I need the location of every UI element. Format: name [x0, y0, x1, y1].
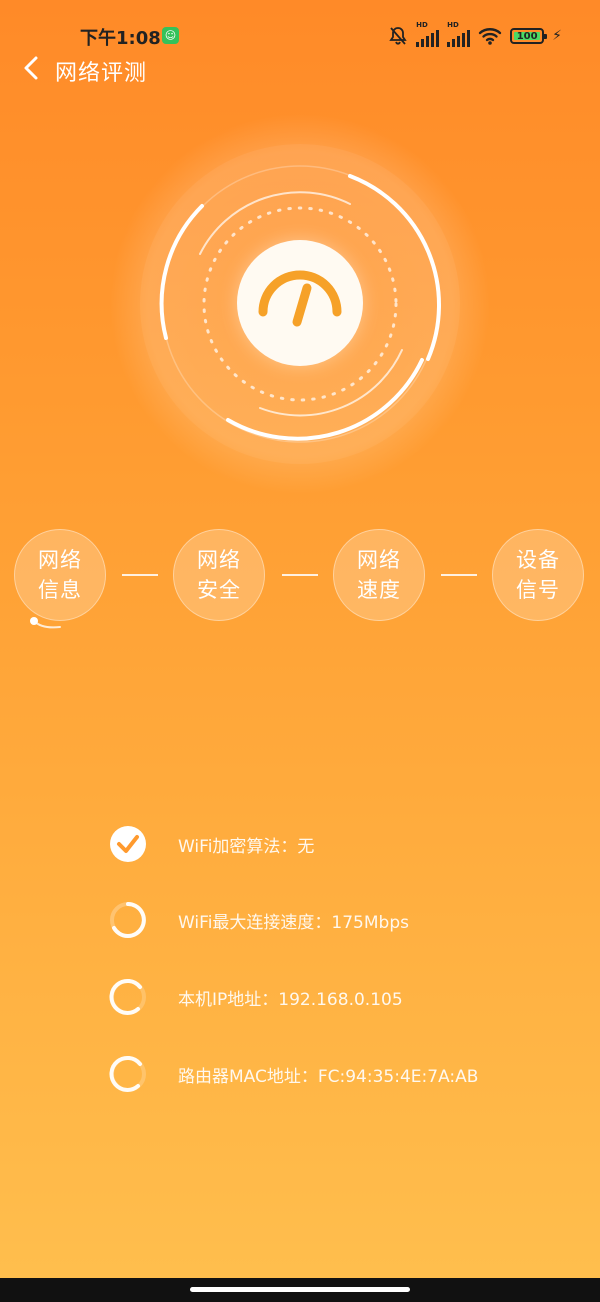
loading-spinner-icon: [109, 1055, 146, 1092]
gauge-knob: [237, 240, 363, 366]
battery-icon: 100: [510, 28, 548, 44]
check-done-icon: [110, 826, 146, 862]
check-item: 本机IP地址：192.168.0.105: [108, 977, 568, 1017]
loading-spinner-icon: [110, 902, 146, 938]
step-network-security: 网络安全: [173, 529, 265, 621]
loading-spinner-icon: [109, 978, 146, 1015]
step-network-info: 网络信息: [14, 529, 106, 621]
wifi-icon: [478, 28, 502, 45]
step-network-speed: 网络速度: [333, 529, 425, 621]
app-notification-icon: ☺: [162, 27, 179, 44]
step-device-signal: 设备信号: [492, 529, 584, 621]
cell-signal-icon: HD: [416, 21, 440, 47]
gesture-bar: [0, 1278, 600, 1302]
check-item: WiFi最大连接速度：175Mbps: [108, 900, 568, 940]
check-item: WiFi加密算法：无: [108, 824, 568, 864]
step-connector: [441, 574, 477, 576]
back-button[interactable]: [18, 54, 46, 82]
home-indicator[interactable]: [190, 1287, 410, 1292]
step-connector: [122, 574, 158, 576]
cell-signal-icon-2: HD: [447, 21, 471, 47]
step-progress-indicator: [30, 617, 61, 629]
evaluation-steps: 网络信息 网络安全 网络速度 设备信号: [0, 529, 600, 621]
status-icons: HD HD 100 ⚡: [388, 21, 562, 48]
bell-muted-icon: [389, 27, 407, 45]
speedometer-icon: [258, 270, 342, 327]
step-connector: [282, 574, 318, 576]
header: 网络评测: [0, 46, 600, 90]
page-title: 网络评测: [55, 61, 148, 86]
check-item: 路由器MAC地址：FC:94:35:4E:7A:AB: [108, 1054, 568, 1094]
charging-icon: ⚡: [552, 28, 562, 44]
